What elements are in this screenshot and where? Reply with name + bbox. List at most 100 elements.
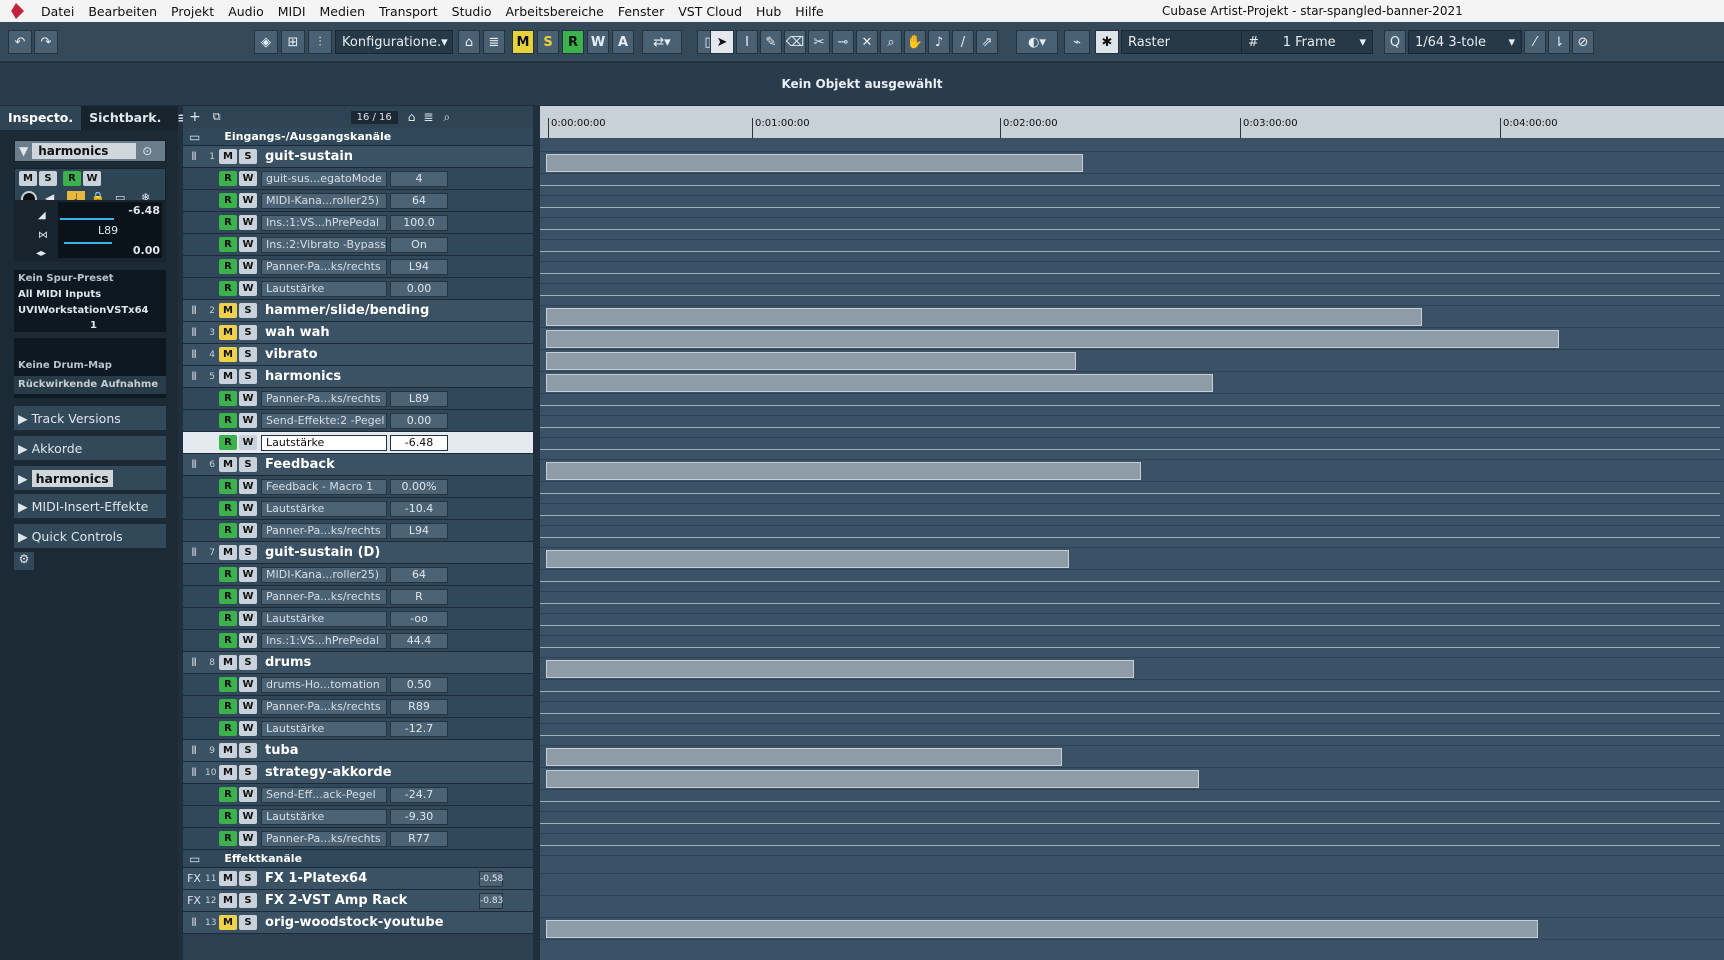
config-dropdown[interactable]: Konfiguratione. ▾ — [335, 30, 453, 54]
event-lane[interactable] — [540, 152, 1724, 174]
event-lane[interactable] — [540, 460, 1724, 482]
track-row[interactable]: ⦀ 2 M Shammer/slide/bending — [183, 300, 533, 322]
event-lane[interactable] — [540, 196, 1724, 218]
add-folder-icon[interactable]: ⧉ — [213, 110, 221, 124]
solo-button[interactable]: S — [39, 171, 57, 186]
event-lane[interactable] — [540, 262, 1724, 284]
solo-button[interactable]: S — [239, 303, 257, 318]
automation-value[interactable]: R — [390, 588, 448, 605]
automation-param[interactable]: Panner-Pa...ks/rechts — [261, 390, 387, 407]
automation-value[interactable]: 0.00 — [390, 412, 448, 429]
add-track-icon[interactable]: + — [189, 109, 201, 125]
folder-row[interactable]: ▭ Effektkanäle — [183, 850, 533, 868]
automation-row[interactable]: R W MIDI-Kana...roller25) 64 — [183, 564, 533, 586]
automation-row[interactable]: R W Send-Eff...ack-Pegel -24.7 — [183, 784, 533, 806]
comp-tool-icon[interactable]: ⇗ — [976, 30, 998, 54]
read-button[interactable]: R — [219, 567, 237, 582]
folder-icon[interactable]: ▭ — [189, 852, 200, 866]
write-button[interactable]: W — [239, 413, 257, 428]
menu-item[interactable]: Arbeitsbereiche — [499, 4, 611, 19]
automation-curve[interactable] — [540, 625, 1720, 626]
inspector-track-header[interactable]: ▼ harmonics ⊙ — [14, 140, 166, 162]
automation-value[interactable]: On — [390, 236, 448, 253]
automation-row[interactable]: R W Panner-Pa...ks/rechts R — [183, 586, 533, 608]
line-tool-icon[interactable]: / — [952, 30, 974, 54]
solo-button[interactable]: S — [239, 765, 257, 780]
write-button[interactable]: W — [239, 523, 257, 538]
automation-curve[interactable] — [540, 515, 1720, 516]
write-button[interactable]: W — [239, 787, 257, 802]
mute-tool-icon[interactable]: ✕ — [856, 30, 878, 54]
automation-row[interactable]: R W Lautstärke -6.48 — [183, 432, 533, 454]
midi-part[interactable] — [546, 770, 1199, 788]
track-name[interactable]: orig-woodstock-youtube — [265, 915, 444, 930]
event-lane[interactable] — [540, 614, 1724, 636]
automation-param[interactable]: Panner-Pa...ks/rechts — [261, 522, 387, 539]
write-button[interactable]: W — [239, 699, 257, 714]
mute-button[interactable]: M — [219, 655, 237, 670]
write-button[interactable]: W — [239, 237, 257, 252]
redo-icon[interactable]: ↷ — [34, 30, 58, 54]
track-name[interactable]: wah wah — [265, 325, 330, 340]
read-button[interactable]: R — [219, 523, 237, 538]
autoscroll-icon[interactable]: ⇄▾ — [642, 30, 682, 54]
event-lane[interactable] — [540, 328, 1724, 350]
automation-value[interactable]: -9.30 — [390, 808, 448, 825]
range-tool-icon[interactable]: I — [736, 30, 758, 54]
automation-row[interactable]: R W Send-Effekte:2 -Pegel 0.00 — [183, 410, 533, 432]
fx-track-row[interactable]: FX 12 M S FX 2-VST Amp Rack -0.83 — [183, 890, 533, 912]
event-lane[interactable] — [540, 896, 1724, 918]
section-instrument[interactable]: ▶ harmonics — [14, 466, 166, 490]
event-lane[interactable] — [540, 592, 1724, 614]
automation-curve[interactable] — [540, 647, 1720, 648]
automation-value[interactable]: L94 — [390, 258, 448, 275]
snap-icon[interactable]: ✱ — [1095, 30, 1119, 54]
automation-value[interactable]: -oo — [390, 610, 448, 627]
event-lane[interactable] — [540, 416, 1724, 438]
automation-row[interactable]: R W Lautstärke -10.4 — [183, 498, 533, 520]
automation-row[interactable]: R W Lautstärke -oo — [183, 608, 533, 630]
menu-item[interactable]: VST Cloud — [671, 4, 749, 19]
automation-row[interactable]: R W Lautstärke -9.30 — [183, 806, 533, 828]
automation-param[interactable]: Lautstärke — [261, 280, 387, 297]
event-lane[interactable] — [540, 372, 1724, 394]
automation-param[interactable]: Ins.:1:VS...hPrePedal — [261, 632, 387, 649]
write-button[interactable]: W — [239, 589, 257, 604]
write-button[interactable]: W — [239, 633, 257, 648]
automation-param[interactable]: Ins.:1:VS...hPrePedal — [261, 214, 387, 231]
automation-value[interactable]: -10.4 — [390, 500, 448, 517]
mixer-icon[interactable]: ⫶ — [308, 30, 332, 54]
solo-button[interactable]: S — [239, 457, 257, 472]
automation-row[interactable]: R Wdrums-Ho...tomation 0.50 — [183, 674, 533, 696]
event-lane[interactable] — [540, 570, 1724, 592]
automation-param[interactable]: Send-Eff...ack-Pegel — [261, 786, 387, 803]
folder-row[interactable]: ▭ Eingangs-/Ausgangskanäle — [183, 128, 533, 146]
solo-button[interactable]: S — [239, 325, 257, 340]
automation-curve[interactable] — [540, 405, 1720, 406]
track-name[interactable]: FX 1-Platex64 — [265, 871, 367, 886]
event-lane[interactable] — [540, 350, 1724, 372]
read-button[interactable]: R — [219, 281, 237, 296]
read-button[interactable]: R — [219, 391, 237, 406]
event-lane[interactable] — [540, 768, 1724, 790]
event-lane[interactable] — [540, 240, 1724, 262]
automation-curve[interactable] — [540, 493, 1720, 494]
read-button[interactable]: R — [219, 809, 237, 824]
event-lane[interactable] — [540, 306, 1724, 328]
read-button[interactable]: R — [219, 215, 237, 230]
write-button[interactable]: W — [239, 567, 257, 582]
automation-value[interactable]: 64 — [390, 566, 448, 583]
read-button[interactable]: R — [219, 171, 237, 186]
write-button[interactable]: W — [239, 611, 257, 626]
automation-param[interactable]: Panner-Pa...ks/rechts — [261, 830, 387, 847]
constrain-delay-icon[interactable]: ◈ — [254, 30, 278, 54]
track-preset-icon[interactable]: ⌂ — [408, 110, 416, 124]
event-lane[interactable] — [540, 636, 1724, 658]
automation-curve[interactable] — [540, 449, 1720, 450]
read-button[interactable]: R — [219, 787, 237, 802]
event-lane[interactable] — [540, 218, 1724, 240]
menu-item[interactable]: Hub — [749, 4, 788, 19]
automation-curve[interactable] — [540, 823, 1720, 824]
mute-button[interactable]: M — [219, 893, 237, 908]
hand-tool-icon[interactable]: ✋ — [904, 30, 926, 54]
